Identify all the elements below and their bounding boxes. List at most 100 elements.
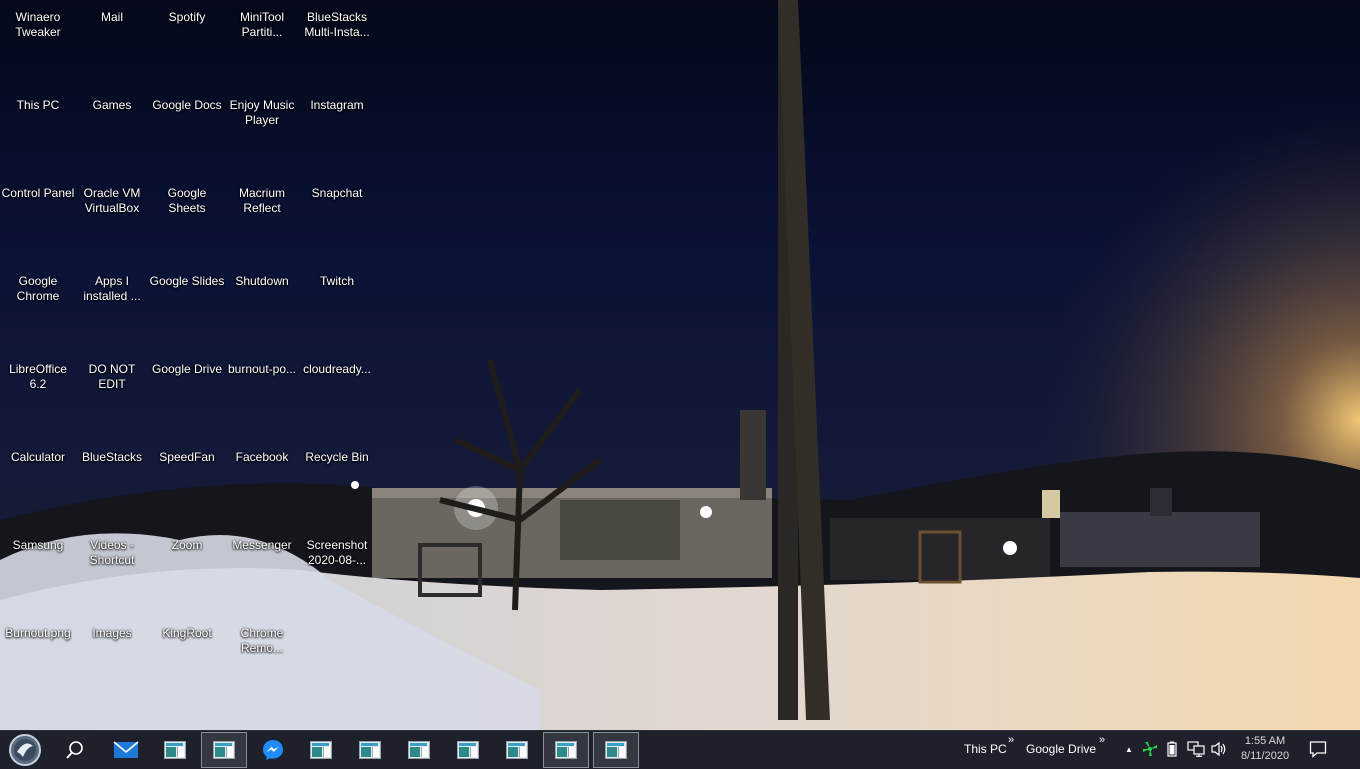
desktop-icon-grid: Winaero Tweaker This PC Control Panel Go… <box>0 0 380 720</box>
desktop-icon-label: Control Panel <box>1 186 75 200</box>
desktop-icon-samsung[interactable]: Samsung <box>0 528 76 616</box>
taskbar-app-button[interactable] <box>298 732 344 768</box>
desktop-icon-label: Messenger <box>232 538 292 552</box>
taskbar-app-button-active[interactable] <box>543 732 589 768</box>
desktop-icon-google-docs[interactable]: Google Docs <box>149 88 225 176</box>
desktop-icon-minitool-partition[interactable]: MiniTool Partiti... <box>224 0 300 88</box>
desktop-icon-label: Twitch <box>319 274 354 288</box>
toolbar-google-drive-chevron[interactable]: » <box>1099 734 1105 746</box>
search-button[interactable] <box>52 732 98 768</box>
desktop-icon-label: Burnout.png <box>5 626 71 640</box>
desktop-icon-games[interactable]: Games <box>74 88 150 176</box>
desktop-icon-google-sheets[interactable]: Google Sheets <box>149 176 225 264</box>
desktop-icon-google-chrome[interactable]: Google Chrome <box>0 264 76 352</box>
desktop-icon-cloudready[interactable]: cloudready... <box>299 352 375 440</box>
window-app-icon <box>555 741 577 759</box>
tray-overflow-button[interactable]: ▲ <box>1120 740 1138 758</box>
desktop-icon-label: Mail <box>100 10 123 24</box>
desktop-icon-google-slides[interactable]: Google Slides <box>149 264 225 352</box>
desktop-icon-winaero-tweaker[interactable]: Winaero Tweaker <box>0 0 76 88</box>
window-app-icon <box>310 741 332 759</box>
desktop-icon-do-not-edit[interactable]: DO NOT EDIT <box>74 352 150 440</box>
action-center-button[interactable] <box>1308 739 1328 759</box>
tray-volume-button[interactable] <box>1210 740 1228 758</box>
taskbar-clock[interactable]: 1:55 AM 8/11/2020 <box>1230 734 1300 764</box>
desktop-icon-this-pc[interactable]: This PC <box>0 88 76 176</box>
tray-speedfan-button[interactable] <box>1141 740 1159 758</box>
desktop-icon-label: Recycle Bin <box>305 450 369 464</box>
desktop-icon-label: Screenshot 2020-08-... <box>306 538 368 567</box>
desktop-icon-apps-installed[interactable]: Apps I installed ... <box>74 264 150 352</box>
desktop-icon-burnout-png[interactable]: Burnout.png <box>0 616 76 704</box>
taskbar-app-button-active[interactable] <box>593 732 639 768</box>
window-app-icon <box>506 741 528 759</box>
desktop-icon-label: Oracle VM VirtualBox <box>83 186 141 215</box>
desktop-icon-images[interactable]: Images <box>74 616 150 704</box>
taskbar-mail-button[interactable] <box>103 732 149 768</box>
taskbar-app-button[interactable] <box>347 732 393 768</box>
desktop-icon-libreoffice[interactable]: LibreOffice 6.2 <box>0 352 76 440</box>
desktop-icon-screenshot[interactable]: Screenshot 2020-08-... <box>299 528 375 616</box>
desktop-icon-macrium-reflect[interactable]: Macrium Reflect <box>224 176 300 264</box>
search-icon <box>66 741 83 759</box>
desktop-icon-kingroot[interactable]: KingRoot <box>149 616 225 704</box>
tray-battery-button[interactable] <box>1163 740 1181 758</box>
desktop-icon-label: DO NOT EDIT <box>88 362 136 391</box>
toolbar-this-pc[interactable]: This PC <box>964 742 1007 756</box>
desktop-icon-label: Calculator <box>10 450 66 464</box>
volume-icon <box>1211 741 1226 757</box>
window-app-icon <box>457 741 479 759</box>
desktop-icon-label: BlueStacks <box>81 450 143 464</box>
desktop-icon-recycle-bin[interactable]: Recycle Bin <box>299 440 375 528</box>
toolbar-this-pc-chevron[interactable]: » <box>1008 734 1014 746</box>
desktop-icon-bluestacks-multi-instance[interactable]: BlueStacks Multi-Insta... <box>299 0 375 88</box>
desktop-icon-snapchat[interactable]: Snapchat <box>299 176 375 264</box>
desktop-icon-calculator[interactable]: Calculator <box>0 440 76 528</box>
network-icon <box>1187 741 1205 757</box>
toolbar-google-drive[interactable]: Google Drive <box>1026 742 1096 756</box>
desktop-icon-google-drive[interactable]: Google Drive <box>149 352 225 440</box>
taskbar-app-button-active[interactable] <box>201 732 247 768</box>
desktop-icon-spotify[interactable]: Spotify <box>149 0 225 88</box>
taskbar-messenger-button[interactable] <box>250 732 296 768</box>
desktop-icon-zoom[interactable]: Zoom <box>149 528 225 616</box>
desktop-icon-facebook[interactable]: Facebook <box>224 440 300 528</box>
desktop-icon-mail[interactable]: Mail <box>74 0 150 88</box>
desktop-icon-label: Snapchat <box>311 186 363 200</box>
desktop-icon-control-panel[interactable]: Control Panel <box>0 176 76 264</box>
desktop-icon-label: Google Docs <box>152 98 222 112</box>
window-app-icon <box>408 741 430 759</box>
desktop-icon-label: Samsung <box>12 538 64 552</box>
desktop-icon-label: Games <box>92 98 132 112</box>
desktop-icon-oracle-vm-virtualbox[interactable]: Oracle VM VirtualBox <box>74 176 150 264</box>
desktop-icon-label: Google Sheets <box>167 186 207 215</box>
desktop-icon-burnout-po[interactable]: burnout-po... <box>224 352 300 440</box>
taskbar-app-button[interactable] <box>494 732 540 768</box>
desktop-icon-messenger[interactable]: Messenger <box>224 528 300 616</box>
start-button[interactable] <box>2 732 48 768</box>
desktop-icon-speedfan[interactable]: SpeedFan <box>149 440 225 528</box>
desktop-icon-shutdown[interactable]: Shutdown <box>224 264 300 352</box>
window-app-icon <box>213 741 235 759</box>
desktop-icon-label: Apps I installed ... <box>83 274 141 303</box>
start-orb-icon <box>9 734 41 766</box>
window-app-icon <box>605 741 627 759</box>
desktop-icon-label: cloudready... <box>303 362 371 376</box>
desktop-icon-label: Instagram <box>310 98 364 112</box>
desktop-icon-label: LibreOffice 6.2 <box>9 362 67 391</box>
desktop-icon-twitch[interactable]: Twitch <box>299 264 375 352</box>
desktop-icon-chrome-remote[interactable]: Chrome Remo... <box>224 616 300 704</box>
desktop-icon-videos-shortcut[interactable]: Videos - Shortcut <box>74 528 150 616</box>
desktop-icon-label: Facebook <box>235 450 289 464</box>
window-app-icon <box>164 741 186 759</box>
desktop-icon-label: This PC <box>16 98 60 112</box>
desktop-icon-enjoy-music-player[interactable]: Enjoy Music Player <box>224 88 300 176</box>
desktop-icon-label: Spotify <box>168 10 206 24</box>
desktop-icon-bluestacks[interactable]: BlueStacks <box>74 440 150 528</box>
desktop-icon-instagram[interactable]: Instagram <box>299 88 375 176</box>
taskbar-app-button[interactable] <box>396 732 442 768</box>
taskbar-app-button[interactable] <box>152 732 198 768</box>
desktop-icon-label: burnout-po... <box>227 362 297 376</box>
taskbar-app-button[interactable] <box>445 732 491 768</box>
tray-network-button[interactable] <box>1187 740 1205 758</box>
